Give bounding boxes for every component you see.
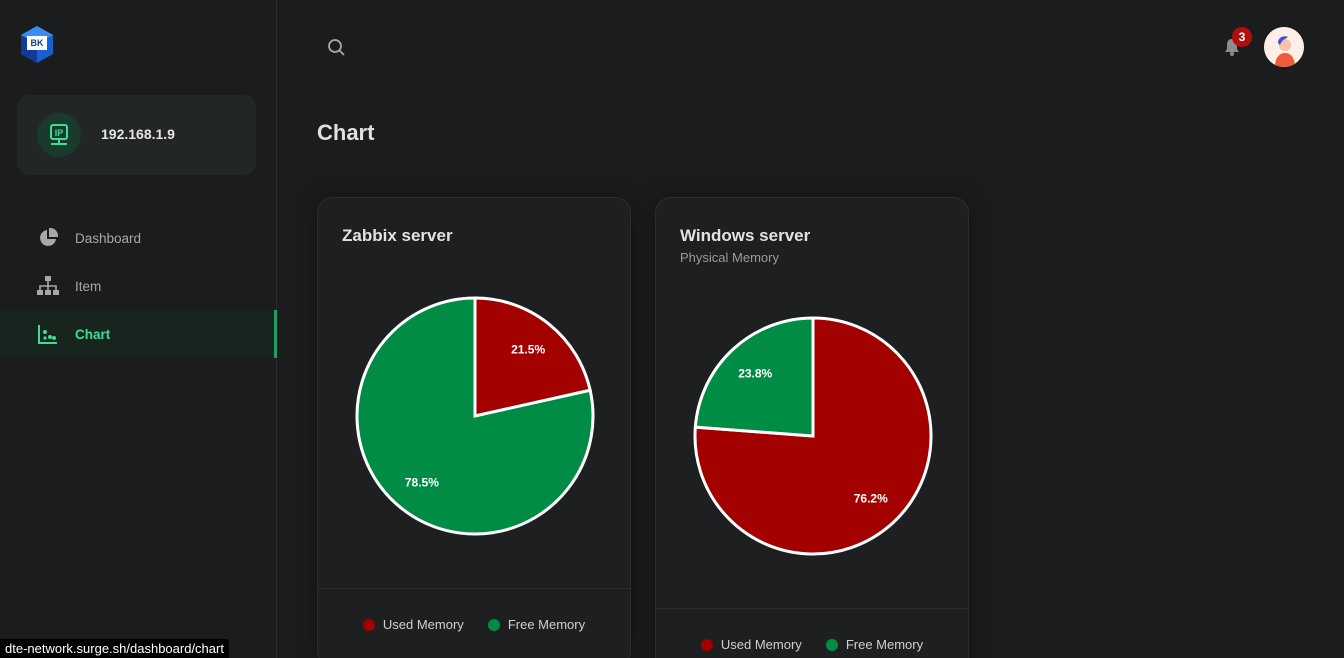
chart-legend: Used Memory Free Memory <box>656 608 968 658</box>
legend-label: Used Memory <box>720 637 802 652</box>
chart-card-zabbix: Zabbix server 21.5% 78.5% Used Memory Fre… <box>317 197 631 658</box>
logo-text: BK <box>31 38 44 48</box>
sidebar-item-dashboard[interactable]: Dashboard <box>0 214 277 262</box>
sitemap-icon <box>37 275 59 297</box>
svg-text:IP: IP <box>55 128 64 138</box>
pie-data-label: 23.8% <box>738 367 772 381</box>
legend-swatch <box>487 618 500 631</box>
sidebar-item-label: Item <box>75 278 102 294</box>
notification-badge: 3 <box>1232 27 1252 47</box>
legend-swatch <box>362 618 375 631</box>
legend-label: Used Memory <box>382 617 464 632</box>
pie-chart-icon <box>37 227 59 249</box>
pie-data-label: 76.2% <box>854 491 888 505</box>
chart-card-windows: Windows server Physical Memory 76.2% 23.8… <box>655 197 969 658</box>
card-title: Windows server <box>680 226 811 245</box>
ip-card: IP 192.168.1.9 <box>17 95 256 175</box>
pie-data-label: 78.5% <box>405 475 439 489</box>
status-bar-url: dte-network.surge.sh/dashboard/chart <box>0 639 229 658</box>
legend-item-free[interactable]: Free Memory <box>487 617 586 632</box>
ip-address: 192.168.1.9 <box>101 126 175 142</box>
sidebar-item-label: Chart <box>75 326 111 342</box>
legend-label: Free Memory <box>845 637 924 652</box>
sidebar-item-item[interactable]: Item <box>0 262 277 310</box>
sidebar-item-label: Dashboard <box>75 230 142 246</box>
bk-logo[interactable]: BK <box>16 24 58 66</box>
sidebar: BK IP 192.168.1.9 Dashboard Item Chart <box>0 0 277 658</box>
card-subtitle: Physical Memory <box>680 250 779 265</box>
pie-chart: 76.2% 23.8% <box>693 316 933 556</box>
legend-label: Free Memory <box>507 617 586 632</box>
legend-item-free[interactable]: Free Memory <box>825 637 924 652</box>
page-title: Chart <box>317 120 375 145</box>
search-icon[interactable] <box>326 37 346 57</box>
pie-chart: 21.5% 78.5% <box>355 296 595 536</box>
app-root: BK IP 192.168.1.9 Dashboard Item Chart 3… <box>0 0 1344 658</box>
card-title: Zabbix server <box>342 226 453 245</box>
legend-swatch <box>825 638 838 651</box>
legend-item-used[interactable]: Used Memory <box>700 637 802 652</box>
pie-data-label: 21.5% <box>511 343 545 357</box>
scatter-chart-icon <box>37 323 59 345</box>
legend-swatch <box>700 638 713 651</box>
legend-item-used[interactable]: Used Memory <box>362 617 464 632</box>
ip-icon: IP <box>37 113 81 157</box>
sidebar-nav: Dashboard Item Chart <box>0 214 277 358</box>
sidebar-item-chart[interactable]: Chart <box>0 310 277 358</box>
avatar[interactable] <box>1264 27 1304 67</box>
chart-legend: Used Memory Free Memory <box>318 588 630 658</box>
